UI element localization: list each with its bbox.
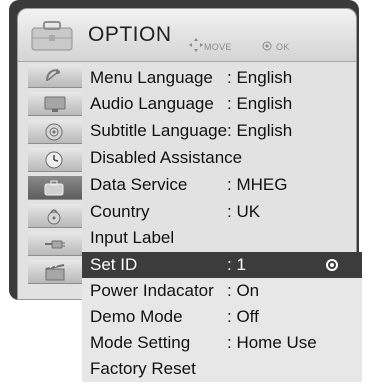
sidebar-item-media[interactable] — [28, 260, 82, 284]
row-label: Demo Mode — [90, 307, 183, 326]
list-item-demo-mode[interactable]: Demo Mode : Off — [82, 304, 362, 330]
row-value: : UK — [227, 202, 261, 221]
page-title: OPTION — [88, 23, 172, 46]
hint-ok-label: OK — [276, 42, 290, 52]
list-item-factory-reset[interactable]: Factory Reset — [82, 356, 362, 382]
row-label: Factory Reset — [90, 359, 196, 378]
row-label: Mode Setting — [90, 333, 191, 352]
lock-icon — [47, 209, 61, 225]
category-sidebar — [28, 64, 82, 290]
list-item-menu-language[interactable]: Menu Language : English — [82, 65, 362, 91]
row-value: : English — [227, 121, 293, 140]
toolbox-icon — [44, 180, 64, 196]
row-value: : Off — [227, 307, 259, 326]
list-item-audio-language[interactable]: Audio Language : English — [82, 91, 362, 117]
list-item-set-id[interactable]: Set ID : 1 — [82, 252, 362, 278]
row-label: Subtitle Language — [90, 121, 228, 140]
dpad-icon — [189, 38, 203, 52]
input-plug-icon — [45, 240, 65, 249]
menu-header: OPTION MOVE OK — [18, 9, 356, 62]
sidebar-item-option[interactable] — [28, 176, 82, 200]
selected-radio-icon — [326, 259, 338, 271]
list-item-country[interactable]: Country : UK — [82, 199, 362, 225]
row-value: : MHEG — [227, 175, 288, 194]
toolbox-icon — [31, 21, 73, 51]
sidebar-item-input[interactable] — [28, 232, 82, 256]
sidebar-item-time[interactable] — [28, 148, 82, 172]
row-label: Data Service — [90, 175, 188, 194]
list-item-mode-setting[interactable]: Mode Setting : Home Use — [82, 330, 362, 356]
row-value: : 1 — [227, 255, 246, 274]
satellite-dish-icon — [46, 69, 60, 82]
ok-circle-icon — [262, 41, 272, 51]
row-label: Menu Language — [90, 68, 213, 87]
row-label: Power Indacator — [90, 281, 214, 300]
list-item-power-indicator[interactable]: Power Indacator : On — [82, 278, 362, 304]
row-value: : On — [227, 281, 260, 300]
row-value: : Home Use — [227, 333, 317, 352]
row-value: : English — [227, 68, 293, 87]
row-label: Input Label — [90, 228, 175, 247]
list-item-disabled-assistance[interactable]: Disabled Assistance — [82, 145, 362, 171]
list-item-input-label[interactable]: Input Label — [82, 225, 362, 251]
clock-icon — [45, 151, 63, 169]
sidebar-item-channel[interactable] — [28, 64, 82, 88]
speaker-icon — [45, 123, 63, 141]
hint-move-label: MOVE — [204, 42, 232, 52]
media-icon — [45, 264, 65, 281]
monitor-icon — [44, 96, 66, 112]
sidebar-item-audio[interactable] — [28, 120, 82, 144]
row-value: : English — [227, 94, 293, 113]
row-label: Set ID — [90, 255, 138, 274]
list-item-subtitle-language[interactable]: Subtitle Language : English — [82, 118, 362, 144]
row-label: Audio Language — [90, 94, 214, 113]
sidebar-item-lock[interactable] — [28, 204, 82, 228]
row-label: Country — [90, 202, 150, 221]
sidebar-item-picture[interactable] — [28, 92, 82, 116]
row-label: Disabled Assistance — [90, 148, 243, 167]
list-item-data-service[interactable]: Data Service : MHEG — [82, 172, 362, 198]
